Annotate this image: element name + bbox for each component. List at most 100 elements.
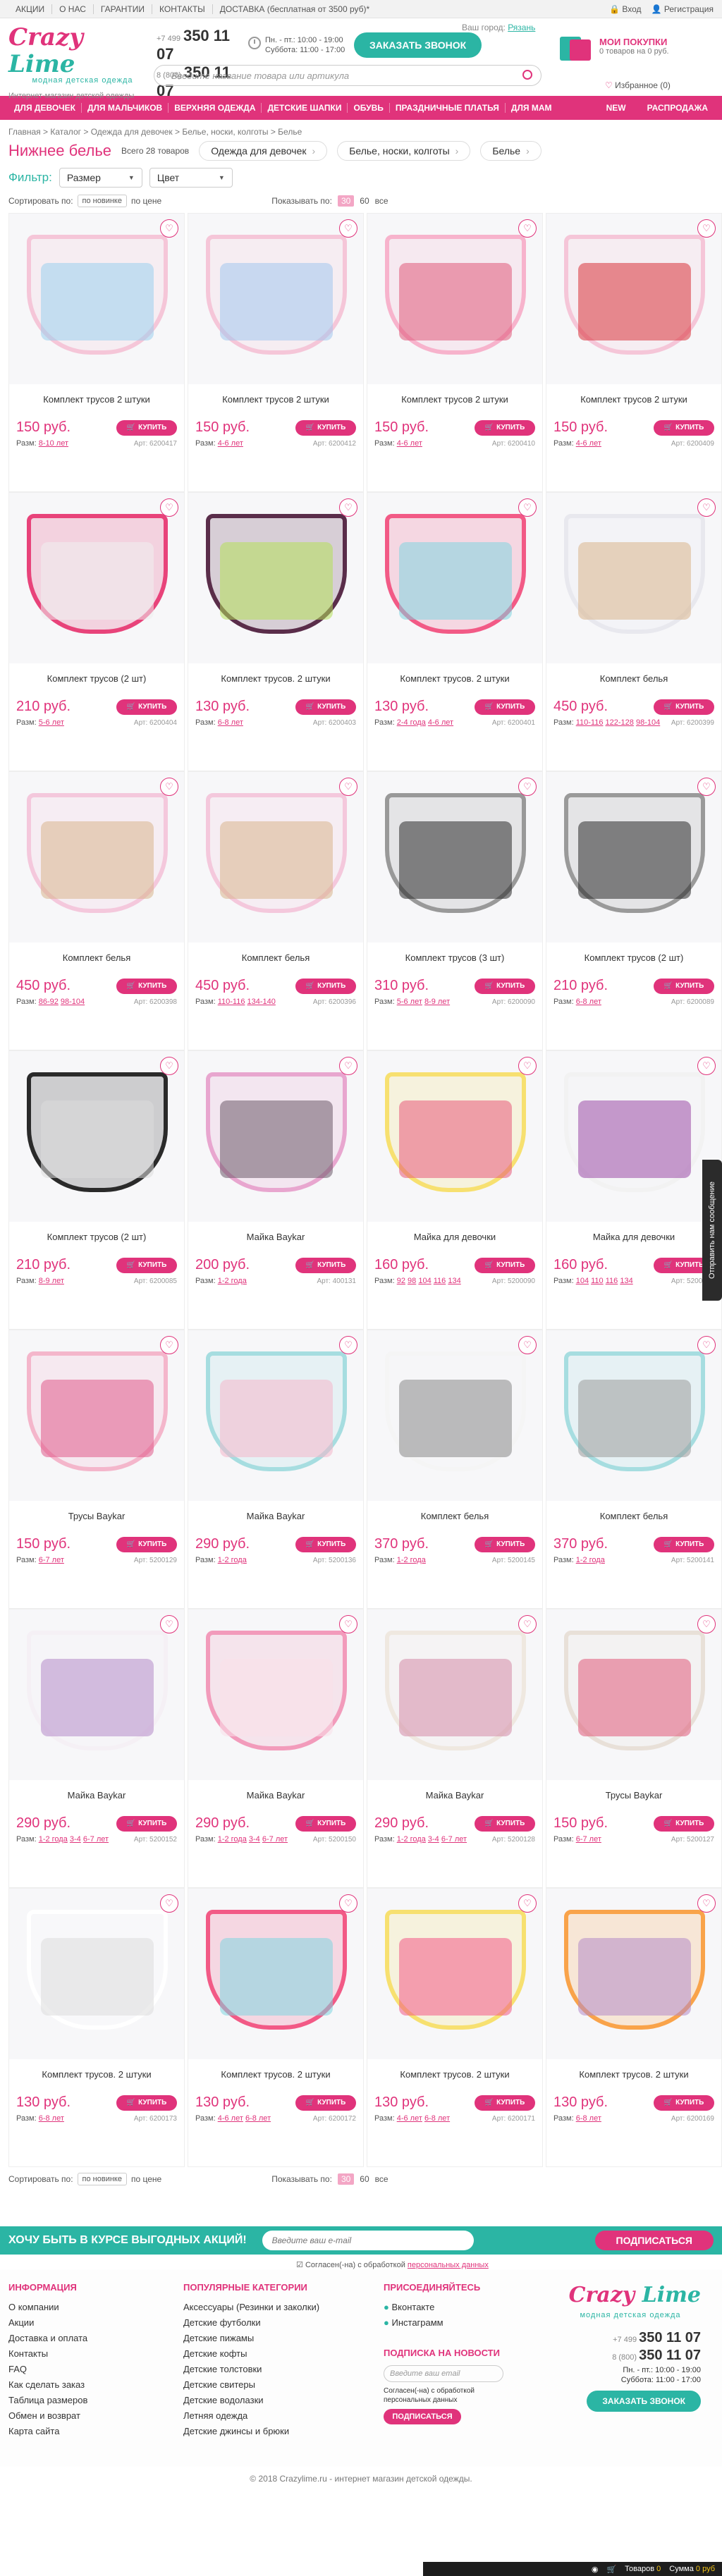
product-image[interactable]: ♡ [9,1051,184,1222]
product-image[interactable]: ♡ [546,1051,721,1222]
size-link[interactable]: 6-8 лет [576,998,601,1006]
buy-button[interactable]: 🛒 КУПИТЬ [475,699,535,715]
favorite-heart-icon[interactable]: ♡ [518,219,537,238]
buy-button[interactable]: 🛒 КУПИТЬ [295,699,356,715]
product-name[interactable]: Комплект трусов (3 шт) [367,952,542,965]
product-name[interactable]: Майка Baykar [9,1790,184,1803]
product-image[interactable]: ♡ [367,1051,542,1222]
size-link[interactable]: 116 [606,1277,618,1285]
footer-link[interactable]: Детские джинсы и брюки [183,2424,384,2439]
favorite-heart-icon[interactable]: ♡ [339,1057,357,1075]
size-link[interactable]: 134 [448,1277,460,1285]
consent-checkbox[interactable]: ☑ [296,2261,303,2269]
favorites-link[interactable]: ♡ Избранное (0) [605,80,671,90]
send-message-tab[interactable]: Отправить нам сообщение [702,1160,722,1301]
product-name[interactable]: Комплект белья [546,1511,721,1523]
size-link[interactable]: 8-9 лет [39,1277,64,1285]
show-option[interactable]: 60 [360,2174,369,2184]
product-image[interactable]: ♡ [367,214,542,384]
footer-link[interactable]: Детские кофты [183,2346,384,2362]
footer-link[interactable]: О компании [8,2300,183,2315]
product-card[interactable]: ♡ Майка для девочки 160 руб. 🛒 КУПИТЬ Арт… [367,1050,543,1330]
product-image[interactable]: ♡ [9,1609,184,1780]
product-image[interactable]: ♡ [367,493,542,663]
product-card[interactable]: ♡ Комплект трусов. 2 штуки 130 руб. 🛒 КУП… [8,1888,185,2167]
size-link[interactable]: 110-116 [576,718,604,727]
vk-link[interactable]: ● Вконтакте [384,2300,546,2315]
breadcrumb-item[interactable]: Белье, носки, колготы [182,127,268,137]
news-subscribe-button[interactable]: ПОДПИСАТЬСЯ [384,2409,461,2424]
product-card[interactable]: ♡ Комплект трусов (3 шт) 310 руб. 🛒 КУПИТ… [367,771,543,1050]
size-link[interactable]: 1-2 года [576,1556,605,1564]
footer-link[interactable]: Доставка и оплата [8,2331,183,2346]
favorite-heart-icon[interactable]: ♡ [518,498,537,517]
product-image[interactable]: ♡ [367,772,542,943]
size-link[interactable]: 1-2 года [218,1277,247,1285]
product-name[interactable]: Комплект трусов. 2 штуки [9,2069,184,2082]
favorite-heart-icon[interactable]: ♡ [339,498,357,517]
size-link[interactable]: 1-2 года [218,1556,247,1564]
size-link[interactable]: 6-8 лет [218,718,243,727]
city-value[interactable]: Рязань [508,23,535,32]
size-link[interactable]: 6-8 лет [39,2114,64,2123]
buy-button[interactable]: 🛒 КУПИТЬ [654,1536,714,1552]
register-link[interactable]: 👤 Регистрация [651,4,714,14]
nav-item[interactable]: ДЛЯ МАЛЬЧИКОВ [82,103,169,113]
nav-item[interactable]: ДЕТСКИЕ ШАПКИ [262,103,348,113]
size-link[interactable]: 4-6 лет [428,718,453,727]
product-image[interactable]: ♡ [367,1330,542,1501]
subscribe-button[interactable]: ПОДПИСАТЬСЯ [594,2231,714,2250]
product-card[interactable]: ♡ Комплект белья 370 руб. 🛒 КУПИТЬ Арт: 5… [367,1330,543,1609]
size-link[interactable]: 92 [397,1277,405,1285]
footer-link[interactable]: Детские свитеры [183,2377,384,2393]
phone1[interactable]: 350 11 07 [157,27,230,63]
buy-button[interactable]: 🛒 КУПИТЬ [654,1815,714,1832]
callback-button[interactable]: ЗАКАЗАТЬ ЗВОНОК [587,2391,701,2412]
product-card[interactable]: ♡ Майка Baykar 290 руб. 🛒 КУПИТЬ Арт: 520… [367,1609,543,1888]
product-name[interactable]: Комплект трусов. 2 штуки [367,2069,542,2082]
favorite-heart-icon[interactable]: ♡ [160,1057,178,1075]
footer-link[interactable]: Акции [8,2315,183,2331]
favorite-heart-icon[interactable]: ♡ [160,219,178,238]
logo[interactable]: Crazy Lime модная детская одежда Интерне… [8,24,157,100]
nav-item[interactable]: ВЕРХНЯЯ ОДЕЖДА [169,103,262,113]
favorite-heart-icon[interactable]: ♡ [697,1057,716,1075]
size-link[interactable]: 1-2 года [397,1835,426,1844]
product-name[interactable]: Комплект трусов 2 штуки [9,394,184,407]
buy-button[interactable]: 🛒 КУПИТЬ [295,1536,356,1552]
show-option[interactable]: все [375,2174,388,2184]
product-card[interactable]: ♡ Комплект трусов (2 шт) 210 руб. 🛒 КУПИТ… [8,1050,185,1330]
nav-sale[interactable]: РАСПРОДАЖА [642,103,714,113]
favorite-heart-icon[interactable]: ♡ [518,1336,537,1354]
footer-link[interactable]: Аксессуары (Резинки и заколки) [183,2300,384,2315]
favorite-heart-icon[interactable]: ♡ [518,778,537,796]
buy-button[interactable]: 🛒 КУПИТЬ [654,419,714,436]
size-link[interactable]: 4-6 лет [576,439,601,448]
size-link[interactable]: 110 [591,1277,604,1285]
consent-link[interactable]: персональных данных [408,2261,489,2269]
product-name[interactable]: Комплект белья [9,952,184,965]
product-card[interactable]: ♡ Комплект трусов 2 штуки 150 руб. 🛒 КУПИ… [367,213,543,492]
size-link[interactable]: 3-4 [70,1835,81,1844]
top-menu-item[interactable]: КОНТАКТЫ [152,4,213,14]
size-link[interactable]: 6-7 лет [262,1835,288,1844]
size-link[interactable]: 6-7 лет [441,1835,467,1844]
product-image[interactable]: ♡ [546,493,721,663]
product-image[interactable]: ♡ [188,1051,363,1222]
favorite-heart-icon[interactable]: ♡ [697,1894,716,1913]
size-link[interactable]: 3-4 [249,1835,260,1844]
product-card[interactable]: ♡ Комплект трусов (2 шт) 210 руб. 🛒 КУПИТ… [8,492,185,771]
footer-link[interactable]: Детские толстовки [183,2362,384,2377]
product-card[interactable]: ♡ Комплект трусов. 2 штуки 130 руб. 🛒 КУП… [367,1888,543,2167]
show-option[interactable]: 60 [360,196,369,206]
size-link[interactable]: 8-9 лет [424,998,450,1006]
product-card[interactable]: ♡ Трусы Baykar 150 руб. 🛒 КУПИТЬ Арт: 520… [546,1609,722,1888]
buy-button[interactable]: 🛒 КУПИТЬ [116,1257,177,1273]
buy-button[interactable]: 🛒 КУПИТЬ [654,978,714,994]
size-link[interactable]: 4-6 лет [397,2114,422,2123]
phone2[interactable]: 350 11 07 [639,2348,701,2363]
product-name[interactable]: Трусы Baykar [546,1790,721,1803]
product-image[interactable]: ♡ [9,493,184,663]
favorite-heart-icon[interactable]: ♡ [160,1336,178,1354]
size-link[interactable]: 3-4 [428,1835,439,1844]
